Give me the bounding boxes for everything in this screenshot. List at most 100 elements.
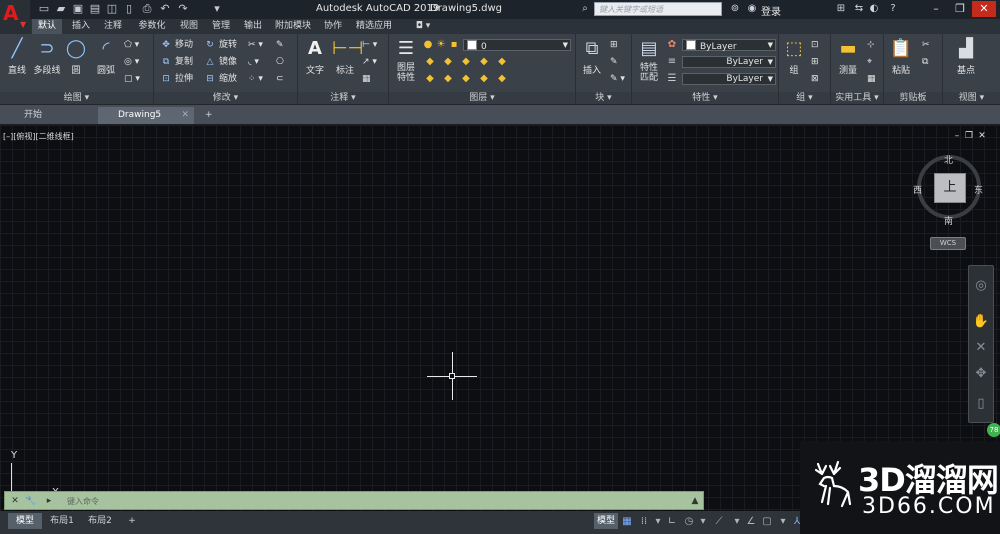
snap-icon[interactable]: ⁞⁞ (637, 515, 651, 529)
viewport-minimize-icon[interactable]: – (952, 131, 962, 141)
chevron-down-icon[interactable]: ▾ (776, 515, 790, 529)
sun-icon[interactable]: ☀ (434, 39, 448, 51)
tab-featured-apps[interactable]: 精选应用 (352, 19, 396, 34)
close-icon[interactable]: ✕ (9, 495, 21, 507)
group-select-icon[interactable]: ⊠ (811, 72, 819, 86)
tab-annotate[interactable]: 注释 (98, 19, 128, 34)
pan-icon[interactable]: ✋ (971, 312, 991, 332)
user-icon[interactable]: ◉ (745, 2, 759, 16)
trim-icon[interactable]: ✂ ▾ (248, 38, 263, 52)
id-point-icon[interactable]: ⌖ (867, 55, 872, 69)
color-wheel-icon[interactable]: ✿ (665, 39, 679, 51)
compass-south[interactable]: 南 (944, 214, 953, 227)
compass-north[interactable]: 北 (944, 153, 953, 166)
tab-output[interactable]: 输出 (238, 19, 268, 34)
cut-icon[interactable]: ✂ (922, 38, 930, 52)
command-input[interactable]: 键入命令 (67, 496, 99, 507)
linetype-select[interactable]: ByLayer ▼ (682, 56, 776, 68)
polar-icon[interactable]: ◷ (682, 515, 696, 529)
line-button[interactable]: ╱ 直线 (2, 36, 32, 76)
cart-icon[interactable]: ⊞ (834, 2, 848, 16)
edit-attributes-icon[interactable]: ✎ ▾ (610, 72, 625, 86)
move-button[interactable]: ✥ 移动 (160, 38, 193, 52)
layer-tool-6-icon[interactable]: ◆ (423, 73, 437, 85)
undo-icon[interactable]: ↶ (158, 2, 172, 16)
circle-button[interactable]: ◯ 圆 (62, 36, 90, 76)
login-button[interactable]: 登录 (761, 3, 781, 18)
lightbulb-icon[interactable]: ● (421, 39, 435, 51)
array-icon[interactable]: ⁘ ▾ (248, 72, 263, 86)
copy-clip-icon[interactable]: ⧉ (922, 55, 928, 69)
tab-manage[interactable]: 管理 (206, 19, 236, 34)
insert-block-button[interactable]: ⧉ 插入 (578, 36, 606, 76)
fillet-icon[interactable]: ◟ ▾ (248, 55, 259, 69)
mirror-button[interactable]: △ 镜像 (204, 55, 237, 69)
panel-modify-title[interactable]: 修改 ▾ (154, 92, 297, 104)
leader-icon[interactable]: ↗ ▾ (362, 55, 377, 69)
paste-button[interactable]: 📋 粘贴 (886, 36, 916, 76)
panel-annotation-title[interactable]: 注释 ▾ (298, 92, 388, 104)
viewport-restore-icon[interactable]: ❐ (964, 131, 974, 141)
rotate-button[interactable]: ↻ 旋转 (204, 38, 237, 52)
layer-tool-9-icon[interactable]: ◆ (477, 73, 491, 85)
mobile-icon[interactable]: ▯ (122, 2, 136, 16)
viewport-close-icon[interactable]: ✕ (977, 131, 987, 141)
users-icon[interactable]: ◐ (867, 2, 881, 16)
group-button[interactable]: ⬚ 组 (781, 36, 807, 76)
lineweight-select[interactable]: ByLayer ▼ (682, 73, 776, 85)
web-save-icon[interactable]: ◫ (105, 2, 119, 16)
dimension-button[interactable]: ⊢⊣ 标注 (330, 36, 363, 76)
tab-parametric[interactable]: 参数化 (132, 19, 172, 34)
object-snap-icon[interactable]: ▢ (760, 515, 774, 529)
chevron-down-icon[interactable]: ▾ (651, 515, 665, 529)
panel-block-title[interactable]: 块 ▾ (576, 92, 631, 104)
layer-tool-5-icon[interactable]: ◆ (495, 56, 509, 68)
save-as-icon[interactable]: ▤ (88, 2, 102, 16)
polyline-button[interactable]: ⊃ 多段线 (32, 36, 62, 76)
panel-clipboard-title[interactable]: 剪贴板 (884, 92, 942, 104)
print-icon[interactable]: ⎙ (140, 2, 154, 16)
maximize-button[interactable]: ❐ (948, 1, 972, 17)
new-tab-button[interactable]: + (200, 107, 218, 124)
quick-select-icon[interactable]: ⊹ (867, 38, 875, 52)
layer-properties-button[interactable]: ☰ 图层 特性 (391, 36, 421, 83)
tab-addins[interactable]: 附加模块 (270, 19, 316, 34)
panel-properties-title[interactable]: 特性 ▾ (632, 92, 778, 104)
layer-tool-2-icon[interactable]: ◆ (441, 56, 455, 68)
panel-groups-title[interactable]: 组 ▾ (779, 92, 830, 104)
history-up-icon[interactable]: ▲ (689, 495, 701, 507)
panel-draw-title[interactable]: 绘图 ▾ (0, 92, 153, 104)
showmotion-icon[interactable]: ▯ (971, 394, 991, 414)
tab-home[interactable]: 默认 (32, 19, 62, 34)
panel-layers-title[interactable]: 图层 ▾ (389, 92, 575, 104)
chevron-down-icon[interactable]: ▾ (730, 515, 744, 529)
grid-icon[interactable]: ▦ (620, 515, 634, 529)
color-select[interactable]: ByLayer ▼ (682, 39, 776, 52)
object-snap-tracking-icon[interactable]: ∠ (744, 515, 758, 529)
tab-drawing5[interactable]: Drawing5 ✕ (98, 107, 194, 124)
add-layout-button[interactable]: + (124, 513, 140, 529)
match-properties-button[interactable]: ▤ 特性 匹配 (634, 36, 664, 83)
new-file-icon[interactable]: ▭ (37, 2, 51, 16)
layer-tool-1-icon[interactable]: ◆ (423, 56, 437, 68)
table-icon[interactable]: ▦ (362, 72, 371, 86)
binoculars-icon[interactable]: ⊚ (728, 2, 742, 16)
ortho-icon[interactable]: ∟ (665, 515, 679, 529)
erase-icon[interactable]: ✎ (276, 38, 284, 52)
chevron-down-icon[interactable]: ▾ (696, 515, 710, 529)
linetype-icon[interactable]: ☰ (665, 73, 679, 85)
close-tab-icon[interactable]: ✕ (181, 107, 189, 124)
search-input[interactable]: 键入关键字或短语 (594, 2, 722, 16)
copy-button[interactable]: ⧉ 复制 (160, 55, 193, 69)
qat-dropdown-icon[interactable]: ▾ (210, 2, 224, 16)
wcs-menu[interactable]: WCS (930, 237, 966, 250)
stretch-button[interactable]: ⊡ 拉伸 (160, 72, 193, 86)
layer-tool-3-icon[interactable]: ◆ (459, 56, 473, 68)
scale-button[interactable]: ⊟ 缩放 (204, 72, 237, 86)
open-file-icon[interactable]: ▰ (54, 2, 68, 16)
group-edit-icon[interactable]: ⊞ (811, 55, 819, 69)
arc-button[interactable]: ◜ 圆弧 (92, 36, 120, 76)
layer-select[interactable]: 0 ▼ (463, 39, 571, 52)
panel-view-title[interactable]: 视图 ▾ (943, 92, 1000, 104)
model-space-button[interactable]: 模型 (594, 513, 618, 529)
